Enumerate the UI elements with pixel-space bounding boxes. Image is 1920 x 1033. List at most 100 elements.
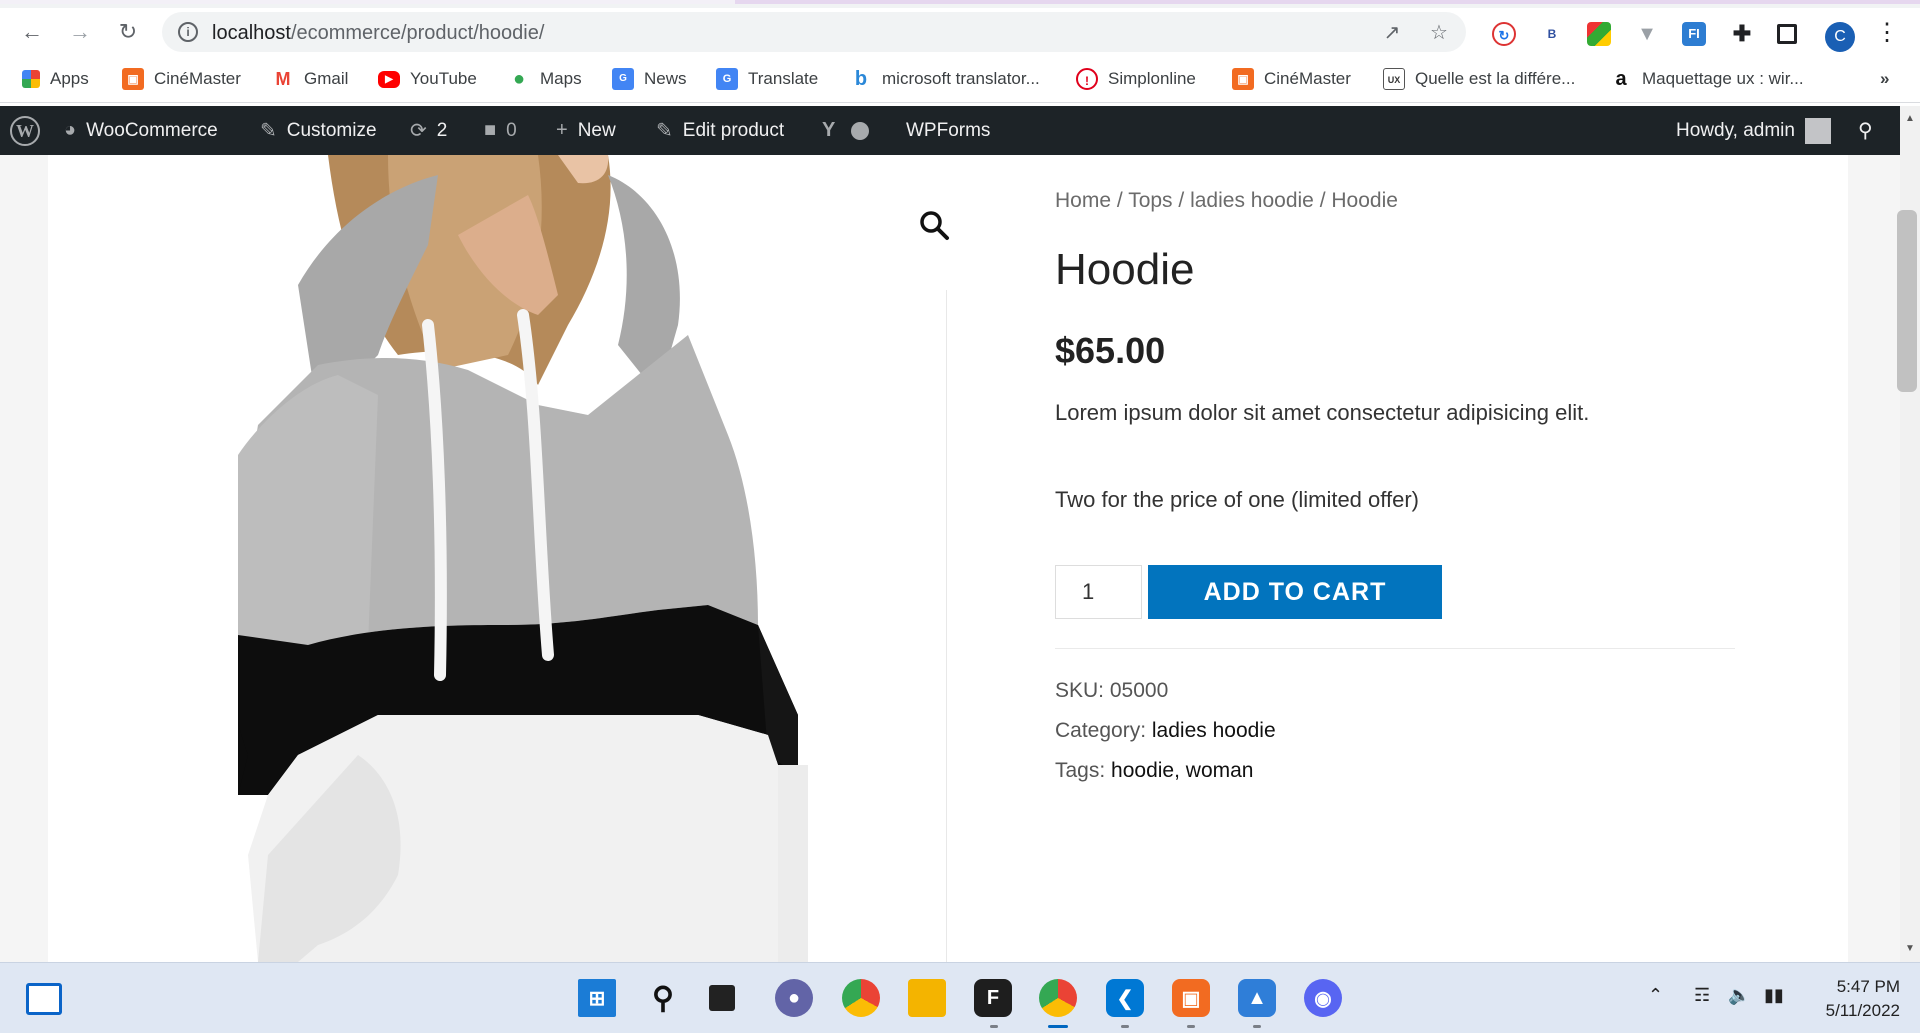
extension-sync-icon[interactable]: ↻ xyxy=(1492,22,1516,46)
extension-colorful-icon[interactable] xyxy=(1587,22,1611,46)
bookmark-maps[interactable]: ● Maps xyxy=(508,67,582,91)
vscode-icon[interactable]: ❮ xyxy=(1106,979,1144,1017)
add-to-cart-button[interactable]: ADD TO CART xyxy=(1148,565,1442,619)
tags-label: Tags: xyxy=(1055,759,1106,782)
address-bar[interactable]: i localhost/ecommerce/product/hoodie/ ↗ … xyxy=(162,12,1466,52)
bookmark-youtube[interactable]: ▶ YouTube xyxy=(378,67,477,91)
reload-icon[interactable]: ↻ xyxy=(112,16,144,48)
bookmark-label: Translate xyxy=(748,69,819,88)
bookmark-cinemaster-2[interactable]: ▣ CinéMaster xyxy=(1232,67,1351,91)
volume-icon[interactable]: 🔈 xyxy=(1728,985,1750,1006)
admin-new[interactable]: + New xyxy=(556,106,616,155)
running-indicator xyxy=(990,1025,998,1028)
admin-customize-label: Customize xyxy=(286,119,377,141)
admin-wpforms-label: WPForms xyxy=(906,119,991,141)
admin-woocommerce[interactable]: ◕ WooCommerce xyxy=(64,106,218,155)
extension-fi-icon[interactable]: FI xyxy=(1682,22,1706,46)
widgets-icon[interactable] xyxy=(26,983,62,1015)
forward-arrow-icon[interactable]: → xyxy=(64,16,96,48)
product-image[interactable] xyxy=(232,155,958,962)
search-icon: ⚲ xyxy=(1858,120,1873,142)
url-text: localhost/ecommerce/product/hoodie/ xyxy=(212,22,544,45)
bookmark-apps[interactable]: Apps xyxy=(22,67,89,91)
breadcrumb-home[interactable]: Home xyxy=(1055,189,1111,212)
site-info-icon[interactable]: i xyxy=(178,22,198,42)
breadcrumb-separator: / xyxy=(1319,189,1326,212)
cinemaster-icon: ▣ xyxy=(1232,68,1254,90)
teams-chat-icon[interactable]: ● xyxy=(775,979,813,1017)
simplonline-icon: ! xyxy=(1076,68,1098,90)
product-title: Hoodie xyxy=(1055,245,1195,294)
extensions-puzzle-icon[interactable]: ✚ xyxy=(1730,22,1754,46)
category-link[interactable]: ladies hoodie xyxy=(1152,719,1276,742)
photos-icon[interactable]: ▲ xyxy=(1238,979,1276,1017)
bookmark-translate[interactable]: G Translate xyxy=(716,67,818,91)
browser-menu-icon[interactable]: ⋮ xyxy=(1871,16,1903,48)
product-description: Lorem ipsum dolor sit amet consectetur a… xyxy=(1055,400,1590,425)
bookmark-microsoft-translator[interactable]: b microsoft translator... xyxy=(850,67,1040,91)
quantity-input[interactable]: 1 xyxy=(1055,565,1142,619)
battery-icon[interactable]: ▮▮ xyxy=(1764,985,1784,1006)
divider xyxy=(1055,648,1735,649)
breadcrumb-separator: / xyxy=(1116,189,1123,212)
bookmark-star-icon[interactable]: ☆ xyxy=(1426,20,1452,46)
scroll-up-arrow-icon[interactable]: ▲ xyxy=(1900,110,1920,128)
zoom-magnifier-icon[interactable] xyxy=(918,209,954,245)
windows-start-icon[interactable]: ⊞ xyxy=(578,979,616,1017)
admin-wpforms[interactable]: WPForms xyxy=(906,106,990,155)
extension-b-icon[interactable]: B xyxy=(1540,22,1564,46)
product-price: $65.00 xyxy=(1055,330,1166,371)
bookmark-news[interactable]: G News xyxy=(612,67,687,91)
bookmark-label: Gmail xyxy=(304,69,349,88)
admin-comments[interactable]: ■ 0 xyxy=(484,106,517,155)
system-clock[interactable]: 5:47 PM 5/11/2022 xyxy=(1810,975,1900,1023)
clock-date: 5/11/2022 xyxy=(1825,1001,1900,1020)
bookmark-quelle-est[interactable]: UX Quelle est la différe... xyxy=(1383,67,1575,91)
breadcrumb-ladies-hoodie[interactable]: ladies hoodie xyxy=(1190,189,1314,212)
admin-customize[interactable]: ✎ Customize xyxy=(260,106,377,155)
bookmark-label: Maps xyxy=(540,69,582,88)
chevron-up-icon[interactable]: ⌃ xyxy=(1648,985,1663,1006)
bookmark-cinemaster[interactable]: ▣ CinéMaster xyxy=(122,67,241,91)
clock-time: 5:47 PM xyxy=(1836,977,1900,996)
bookmark-gmail[interactable]: M Gmail xyxy=(272,67,348,91)
sku-value: 05000 xyxy=(1109,679,1169,702)
admin-updates[interactable]: ⟳ 2 xyxy=(410,106,447,155)
bookmark-maquettage[interactable]: a Maquettage ux : wir... xyxy=(1610,67,1804,91)
admin-account[interactable]: Howdy, admin xyxy=(1676,106,1831,155)
scroll-down-arrow-icon[interactable]: ▼ xyxy=(1900,940,1920,958)
tab-strip-left xyxy=(0,0,735,4)
chrome-profile-icon[interactable] xyxy=(1039,979,1077,1017)
active-indicator xyxy=(1048,1025,1068,1028)
windows-taskbar: ⊞ ⚲ ● F ❮ ▣ ▲ ◉ ⌃ ☶ 🔈 ▮▮ 5:47 PM 5/11/20… xyxy=(0,962,1920,1033)
admin-edit-product-label: Edit product xyxy=(682,119,785,141)
tab-strip-right xyxy=(735,0,1920,4)
chrome-icon[interactable] xyxy=(842,979,880,1017)
back-arrow-icon[interactable]: ← xyxy=(16,16,48,48)
discord-icon[interactable]: ◉ xyxy=(1304,979,1342,1017)
bing-icon: b xyxy=(850,68,872,90)
figma-icon[interactable]: F xyxy=(974,979,1012,1017)
side-panel-icon[interactable] xyxy=(1777,24,1797,44)
file-explorer-icon[interactable] xyxy=(908,979,946,1017)
bookmark-label: Quelle est la différe... xyxy=(1415,69,1576,88)
apps-grid-icon xyxy=(22,70,40,88)
admin-search[interactable]: ⚲ xyxy=(1858,106,1883,155)
extension-v-icon[interactable]: ▼ xyxy=(1635,22,1659,46)
admin-edit-product[interactable]: ✎ Edit product xyxy=(656,106,784,155)
xampp-icon[interactable]: ▣ xyxy=(1172,979,1210,1017)
search-icon[interactable]: ⚲ xyxy=(644,979,682,1017)
wifi-icon[interactable]: ☶ xyxy=(1694,985,1710,1006)
tags-links[interactable]: hoodie, woman xyxy=(1111,759,1253,782)
amazon-icon: a xyxy=(1610,68,1632,90)
wp-logo-menu[interactable]: W xyxy=(10,106,40,155)
bookmark-label: CinéMaster xyxy=(1264,69,1351,88)
profile-avatar[interactable]: C xyxy=(1825,22,1855,52)
share-icon[interactable]: ↗ xyxy=(1379,20,1405,46)
task-view-icon[interactable] xyxy=(709,985,735,1011)
bookmark-simplonline[interactable]: ! Simplonline xyxy=(1076,67,1196,91)
bookmarks-overflow-button[interactable]: » xyxy=(1880,67,1889,91)
admin-yoast[interactable]: Y xyxy=(822,106,870,155)
breadcrumb-tops[interactable]: Tops xyxy=(1128,189,1172,212)
scrollbar-thumb[interactable] xyxy=(1897,210,1917,392)
